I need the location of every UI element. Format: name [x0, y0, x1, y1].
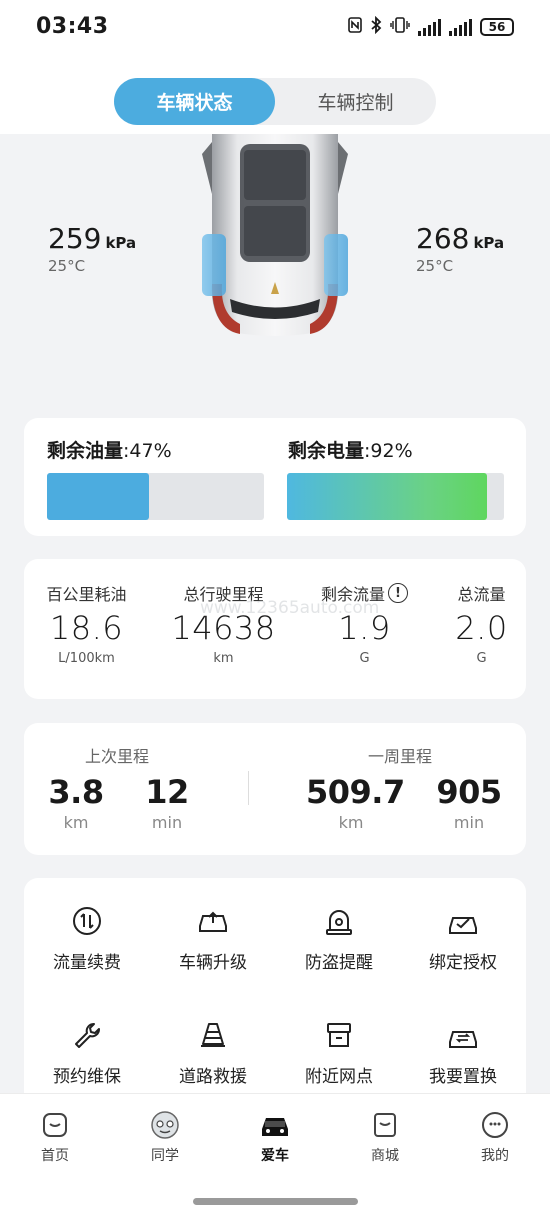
tab-bar-area: 车辆状态 车辆控制: [0, 60, 550, 134]
service-anti-theft[interactable]: 防盗提醒: [276, 904, 402, 973]
bind-authorize-icon: [400, 904, 526, 938]
electric-level-bar: [287, 473, 504, 520]
shop-icon: [340, 1110, 430, 1140]
service-bind-authorize[interactable]: 绑定授权: [400, 904, 526, 973]
nav-my-car[interactable]: 爱车: [230, 1110, 320, 1165]
stat-total-mileage: 总行驶里程 14638 km: [171, 585, 276, 666]
tab-vehicle-control[interactable]: 车辆控制: [275, 78, 436, 125]
community-icon: [120, 1110, 210, 1140]
home-icon: [10, 1110, 100, 1140]
nav-profile[interactable]: 我的: [450, 1110, 540, 1165]
left-tire-unit: kPa: [105, 234, 137, 252]
status-time: 03:43: [36, 14, 109, 39]
electric-level-fill: [287, 473, 487, 520]
profile-icon: [450, 1110, 540, 1140]
home-indicator[interactable]: [193, 1198, 358, 1205]
service-car-upgrade[interactable]: 车辆升级: [150, 904, 276, 973]
battery-icon: 56: [480, 18, 514, 36]
fuel-level-fill: [47, 473, 149, 520]
wrench-icon: [24, 1018, 150, 1052]
nav-shop[interactable]: 商城: [340, 1110, 430, 1165]
week-trip-distance: 509.7 km: [306, 773, 405, 832]
fuel-level-bar: [47, 473, 264, 520]
energy-level-card: 剩余油量:47% 剩余电量:92%: [24, 418, 526, 536]
signal-icon-2: [449, 18, 472, 36]
trip-card: 上次里程 3.8 km 12 min 一周里程 509.7 km 905 min: [24, 723, 526, 855]
nfc-icon: [348, 17, 362, 37]
right-tire-pressure: 268: [416, 222, 470, 255]
traffic-cone-icon: [150, 1018, 276, 1052]
nav-home[interactable]: 首页: [10, 1110, 100, 1165]
electric-level-label: 剩余电量:92%: [288, 440, 413, 462]
status-bar: 03:43 56: [0, 0, 550, 60]
stat-fuel-consumption: 百公里耗油 18.6 L/100km: [46, 585, 127, 666]
week-trip-time: 905 min: [436, 773, 502, 832]
bottom-navigation: 首页 同学 爱车 商城 我的: [0, 1093, 550, 1215]
service-maintenance[interactable]: 预约维保: [24, 1018, 150, 1087]
store-icon: [276, 1018, 402, 1052]
stat-total-data: 总流量 2.0 G: [455, 585, 508, 666]
stats-card: 百公里耗油 18.6 L/100km 总行驶里程 14638 km 剩余流量! …: [24, 559, 526, 699]
last-trip-time: 12 min: [145, 773, 189, 832]
trip-divider: [248, 771, 249, 805]
anti-theft-alarm-icon: [276, 904, 402, 938]
service-car-exchange[interactable]: 我要置换: [400, 1018, 526, 1087]
service-data-renew[interactable]: 流量续费: [24, 904, 150, 973]
services-card: 流量续费 车辆升级 防盗提醒 绑定授权 预约维保 道路救援 附近网点 我要置换: [24, 878, 526, 1093]
service-road-rescue[interactable]: 道路救援: [150, 1018, 276, 1087]
car-top-view-image: [202, 134, 348, 336]
left-tire-temp: 25°C: [48, 257, 86, 275]
right-rear-tire-info: 268 kPa 25°C: [416, 222, 504, 275]
left-rear-tire-info: 259 kPa 25°C: [48, 222, 136, 275]
car-status-area: 259 kPa 25°C 268 kPa 25°C: [0, 134, 550, 414]
vibrate-icon: [390, 17, 410, 37]
week-trip-title: 一周里程: [368, 747, 433, 766]
right-tire-unit: kPa: [473, 234, 505, 252]
segmented-control: 车辆状态 车辆控制: [114, 78, 436, 125]
signal-icon: [418, 18, 441, 36]
left-tire-pressure: 259: [48, 222, 102, 255]
car-exchange-icon: [400, 1018, 526, 1052]
car-upgrade-icon: [150, 904, 276, 938]
data-renew-icon: [24, 904, 150, 938]
bluetooth-icon: [370, 15, 382, 38]
service-nearby-outlets[interactable]: 附近网点: [276, 1018, 402, 1087]
last-trip-distance: 3.8 km: [48, 773, 104, 832]
info-icon[interactable]: !: [388, 583, 408, 603]
car-icon: [230, 1110, 320, 1140]
right-tire-temp: 25°C: [416, 257, 454, 275]
last-trip-title: 上次里程: [85, 747, 150, 766]
tab-vehicle-status[interactable]: 车辆状态: [114, 78, 275, 125]
stat-remaining-data: 剩余流量! 1.9 G: [302, 581, 427, 666]
nav-community[interactable]: 同学: [120, 1110, 210, 1165]
status-icons: 56: [348, 15, 514, 38]
fuel-level-label: 剩余油量:47%: [47, 440, 172, 462]
